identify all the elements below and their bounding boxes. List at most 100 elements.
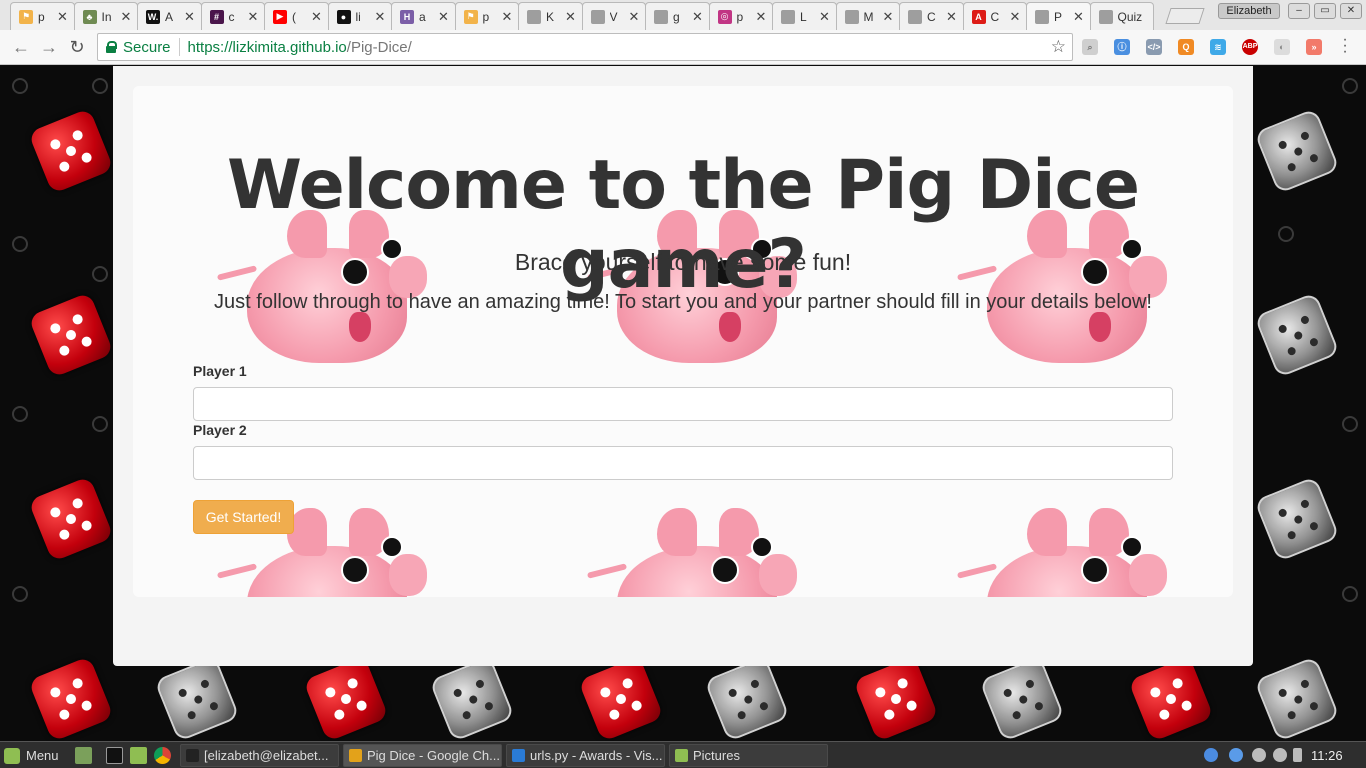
- browser-tab[interactable]: W. A ✕: [137, 2, 202, 30]
- tab-label: (: [292, 9, 296, 24]
- tab-close-icon[interactable]: ✕: [564, 9, 578, 25]
- browser-tab[interactable]: ● li ✕: [327, 2, 392, 30]
- die-pip: [1002, 687, 1013, 699]
- back-button[interactable]: ←: [10, 36, 32, 58]
- browser-tab[interactable]: ◎ p ✕: [708, 2, 773, 30]
- tab-close-icon[interactable]: ✕: [183, 9, 197, 25]
- browser-tab[interactable]: M ✕: [835, 2, 900, 30]
- die-pip: [1018, 694, 1029, 705]
- tab-close-icon[interactable]: ✕: [818, 9, 832, 25]
- browser-tab[interactable]: ▶ ( ✕: [264, 2, 329, 30]
- browser-tab[interactable]: C ✕: [899, 2, 964, 30]
- pig-snout: [759, 554, 797, 596]
- browser-tab[interactable]: ♣ In ✕: [73, 2, 138, 30]
- profile-button[interactable]: Elizabeth: [1218, 3, 1280, 19]
- page-title: Welcome to the Pig Dice game?: [227, 146, 1140, 304]
- bookmark-star-icon[interactable]: ☆: [1051, 37, 1066, 57]
- browser-menu-icon[interactable]: · · ·: [1340, 32, 1350, 60]
- browser-tab[interactable]: K ✕: [518, 2, 583, 30]
- die-pip: [57, 708, 71, 722]
- show-desktop-icon[interactable]: [75, 747, 92, 764]
- player1-input[interactable]: [193, 387, 1173, 421]
- browser-tab[interactable]: P ✕: [1026, 2, 1091, 30]
- tab-close-icon[interactable]: ✕: [310, 9, 324, 25]
- maximize-button[interactable]: ▭: [1314, 3, 1336, 19]
- battery-icon[interactable]: [1293, 748, 1302, 762]
- die-pip: [461, 709, 472, 721]
- terminal-icon[interactable]: [106, 747, 123, 764]
- die-pip: [80, 335, 94, 349]
- close-window-button[interactable]: ✕: [1340, 3, 1362, 19]
- tab-close-icon[interactable]: ✕: [881, 9, 895, 25]
- tab-close-icon[interactable]: ✕: [373, 9, 387, 25]
- tab-close-icon[interactable]: ✕: [754, 9, 768, 25]
- tab-favicon-icon: ⚑: [19, 9, 33, 24]
- tab-favicon-icon: ◎: [717, 9, 732, 24]
- die-pip: [749, 678, 761, 690]
- clock[interactable]: 11:26: [1311, 748, 1343, 763]
- red-die-image: [303, 656, 389, 741]
- zoom-icon[interactable]: ⌕: [1082, 39, 1098, 55]
- bluetooth-icon[interactable]: [1229, 748, 1243, 762]
- tab-label: M: [863, 9, 874, 24]
- tab-close-icon[interactable]: ✕: [56, 9, 70, 25]
- browser-tab[interactable]: g ✕: [645, 2, 710, 30]
- files-icon[interactable]: [130, 747, 147, 764]
- tab-close-icon[interactable]: ✕: [119, 9, 133, 25]
- pig-tail: [216, 563, 258, 579]
- taskbar-window-button[interactable]: urls.py - Awards - Vis...: [506, 744, 665, 767]
- tab-close-icon[interactable]: ✕: [437, 9, 451, 25]
- new-tab-button[interactable]: [1165, 8, 1205, 24]
- tab-close-icon[interactable]: ✕: [246, 9, 260, 25]
- tab-close-icon[interactable]: ✕: [945, 9, 959, 25]
- browser-tab[interactable]: L ✕: [772, 2, 837, 30]
- player2-input[interactable]: [193, 446, 1173, 480]
- minimize-button[interactable]: –: [1288, 3, 1310, 19]
- extension-icon[interactable]: »: [1306, 39, 1322, 55]
- window-app-icon: [512, 749, 525, 762]
- devtools-extension-icon[interactable]: </>: [1146, 39, 1162, 55]
- taskbar-window-button[interactable]: [elizabeth@elizabet...: [180, 744, 339, 767]
- network-icon[interactable]: [1273, 748, 1287, 762]
- tab-close-icon[interactable]: ✕: [627, 9, 641, 25]
- wifi-extension-icon[interactable]: ≋: [1210, 39, 1226, 55]
- get-started-button[interactable]: Get Started!: [193, 500, 294, 534]
- die-pip: [1277, 507, 1288, 519]
- die-pip: [1180, 699, 1194, 713]
- red-die-image: [28, 108, 114, 194]
- extension-icon[interactable]: ⓘ: [1114, 39, 1130, 55]
- die-pip: [1293, 146, 1304, 157]
- browser-tab[interactable]: Quiz: [1089, 2, 1154, 30]
- extension-icon[interactable]: ◐: [1274, 39, 1290, 55]
- taskbar-window-button[interactable]: Pig Dice - Google Ch...: [343, 744, 502, 767]
- browser-tab[interactable]: ⚑ p ✕: [454, 2, 519, 30]
- die-pip: [186, 709, 197, 721]
- start-menu-button[interactable]: Menu: [4, 745, 59, 766]
- chrome-icon[interactable]: [154, 747, 171, 764]
- jumbotron: Welcome to the Pig Dice game? Brace your…: [133, 86, 1233, 597]
- taskbar-window-button[interactable]: Pictures: [669, 744, 828, 767]
- browser-tab[interactable]: ⚑ p ✕: [10, 2, 75, 30]
- user-icon[interactable]: [1252, 748, 1266, 762]
- forward-button[interactable]: →: [38, 36, 60, 58]
- pig-snout: [389, 554, 427, 596]
- watermark-icon: [92, 78, 108, 94]
- browser-tab[interactable]: V ✕: [581, 2, 646, 30]
- tab-close-icon[interactable]: ✕: [1008, 9, 1022, 25]
- watermark-icon: [1278, 226, 1294, 242]
- adblock-icon[interactable]: ABP: [1242, 39, 1258, 55]
- die-pip: [1308, 700, 1320, 712]
- die-pip: [80, 151, 94, 165]
- address-bar[interactable]: Secure https://lizkimita.github.io /Pig-…: [97, 33, 1073, 61]
- browser-tab[interactable]: A C ✕: [962, 2, 1027, 30]
- browser-tab[interactable]: # c ✕: [200, 2, 265, 30]
- shield-icon[interactable]: [1204, 748, 1218, 762]
- extension-icon[interactable]: Q: [1178, 39, 1194, 55]
- tab-close-icon[interactable]: ✕: [1072, 9, 1086, 25]
- tab-close-icon[interactable]: ✕: [500, 9, 514, 25]
- tab-favicon-icon: ▶: [273, 9, 287, 24]
- die-pip: [80, 519, 94, 533]
- browser-tab[interactable]: Ha ✕: [391, 2, 456, 30]
- tab-close-icon[interactable]: ✕: [691, 9, 705, 25]
- reload-button[interactable]: ↻: [66, 36, 88, 58]
